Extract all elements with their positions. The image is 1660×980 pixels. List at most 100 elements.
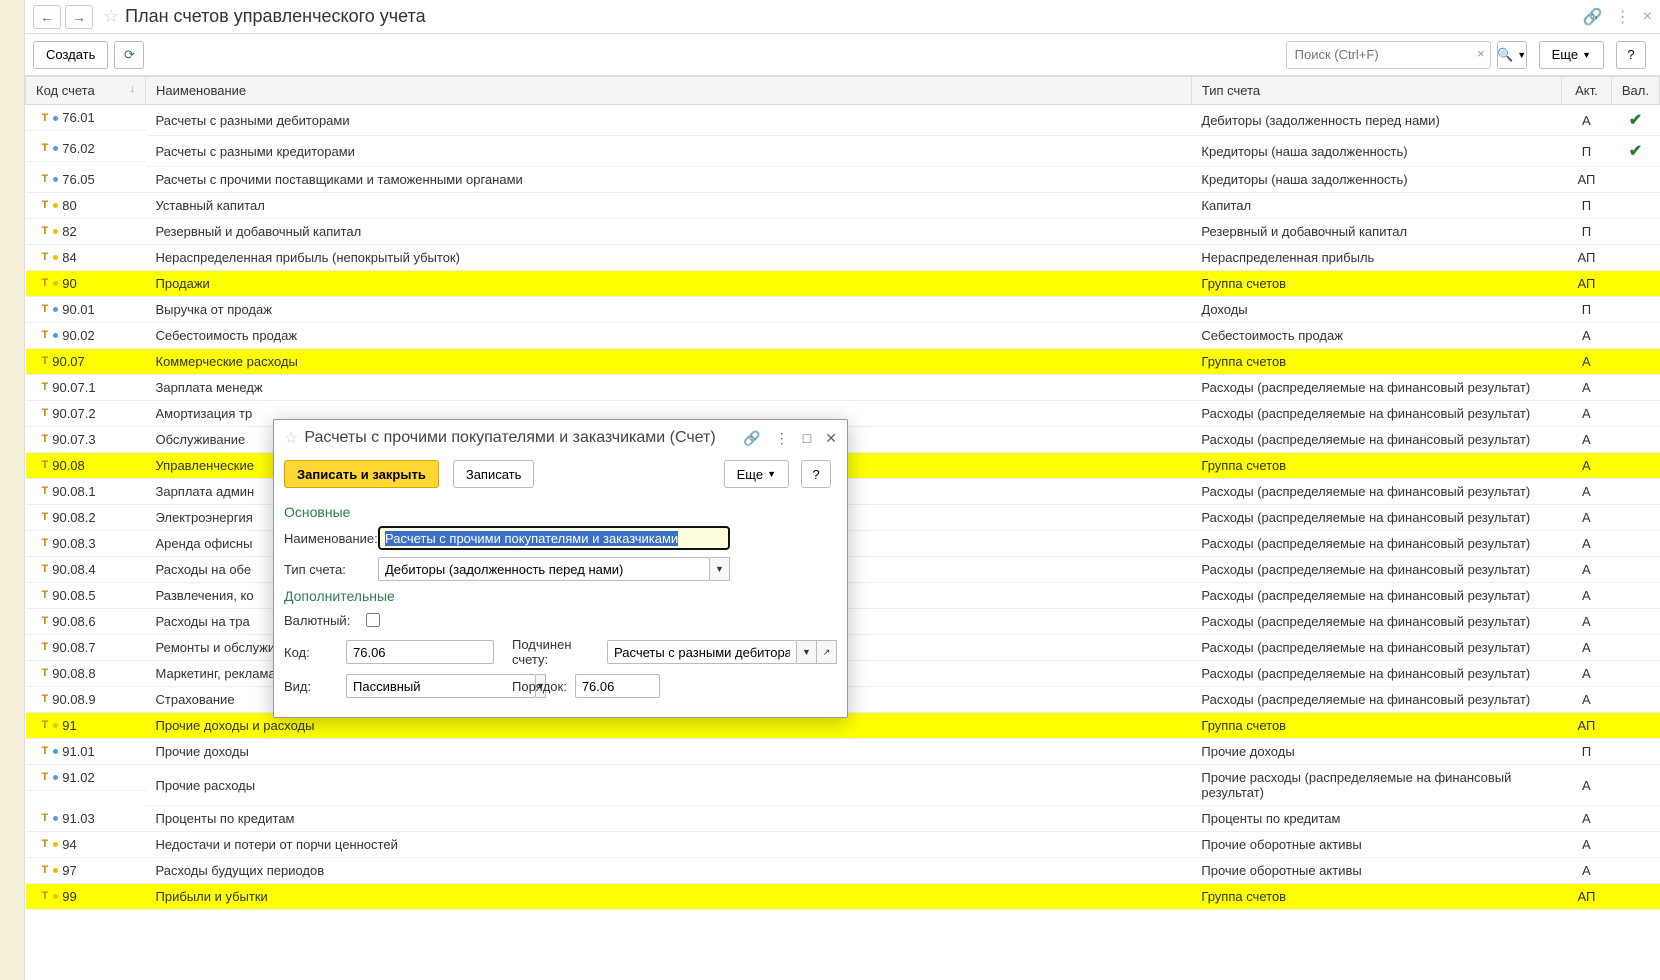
account-type-cell: Расходы (распределяемые на финансовый ре… bbox=[1191, 531, 1561, 557]
account-type-dropdown-button[interactable]: ▼ bbox=[710, 557, 730, 581]
account-type-cell: Расходы (распределяемые на финансовый ре… bbox=[1191, 479, 1561, 505]
account-name: Себестоимость продаж bbox=[146, 323, 1192, 349]
favorite-star-icon[interactable]: ☆ bbox=[103, 6, 119, 27]
order-field[interactable] bbox=[575, 674, 660, 698]
kebab-menu-icon[interactable]: ⋮ bbox=[1615, 7, 1631, 27]
account-type-cell: Дебиторы (задолженность перед нами) bbox=[1191, 105, 1561, 136]
account-currency-flag bbox=[1611, 297, 1659, 323]
column-header-val[interactable]: Вал. bbox=[1611, 77, 1659, 105]
account-type-select[interactable] bbox=[378, 557, 710, 581]
save-and-close-button[interactable]: Записать и закрыть bbox=[284, 460, 439, 488]
refresh-button[interactable]: ⟳ bbox=[114, 41, 144, 69]
parent-open-button[interactable]: ↗ bbox=[817, 640, 837, 664]
account-activity: АП bbox=[1561, 884, 1611, 910]
dialog-kebab-menu-icon[interactable]: ⋮ bbox=[775, 430, 789, 447]
table-row[interactable]: T91.03Проценты по кредитамПроценты по кр… bbox=[26, 806, 1660, 832]
status-dot-icon bbox=[53, 281, 58, 286]
account-code: 84 bbox=[62, 250, 76, 265]
account-currency-flag bbox=[1611, 583, 1659, 609]
status-dot-icon bbox=[53, 868, 58, 873]
dialog-maximize-icon[interactable]: □ bbox=[803, 430, 811, 447]
account-name: Расчеты с разными дебиторами bbox=[146, 105, 1192, 136]
check-icon: ✔ bbox=[1629, 143, 1642, 160]
close-window-icon[interactable]: × bbox=[1643, 8, 1652, 26]
table-row[interactable]: T84Нераспределенная прибыль (непокрытый … bbox=[26, 245, 1660, 271]
account-type-cell: Расходы (распределяемые на финансовый ре… bbox=[1191, 427, 1561, 453]
back-button[interactable]: ← bbox=[33, 5, 61, 29]
account-currency-flag bbox=[1611, 806, 1659, 832]
account-name: Проценты по кредитам bbox=[146, 806, 1192, 832]
more-button[interactable]: Еще▼ bbox=[1539, 41, 1604, 69]
account-activity: А bbox=[1561, 687, 1611, 713]
name-field[interactable] bbox=[378, 526, 730, 550]
table-row[interactable]: T90.07.1Зарплата менеджРасходы (распреде… bbox=[26, 375, 1660, 401]
status-dot-icon bbox=[53, 307, 58, 312]
parent-dropdown-button[interactable]: ▼ bbox=[797, 640, 817, 664]
main-toolbar: Создать ⟳ × 🔍▼ Еще▼ ? bbox=[25, 34, 1660, 76]
account-activity: А bbox=[1561, 427, 1611, 453]
column-header-akt[interactable]: Акт. bbox=[1561, 77, 1611, 105]
table-row[interactable]: T90.07Коммерческие расходыГруппа счетовА bbox=[26, 349, 1660, 375]
column-header-type[interactable]: Тип счета bbox=[1191, 77, 1561, 105]
table-row[interactable]: T80Уставный капиталКапиталП bbox=[26, 193, 1660, 219]
dialog-favorite-star-icon[interactable]: ☆ bbox=[284, 428, 298, 448]
account-name: Расчеты с прочими поставщиками и таможен… bbox=[146, 167, 1192, 193]
table-row[interactable]: T90ПродажиГруппа счетовАП bbox=[26, 271, 1660, 297]
table-row[interactable]: T76.05Расчеты с прочими поставщиками и т… bbox=[26, 167, 1660, 193]
status-dot-icon bbox=[53, 749, 58, 754]
create-button[interactable]: Создать bbox=[33, 41, 108, 69]
clear-search-icon[interactable]: × bbox=[1477, 46, 1485, 61]
table-row[interactable]: T82Резервный и добавочный капиталРезервн… bbox=[26, 219, 1660, 245]
account-type-icon: T bbox=[42, 142, 49, 154]
save-button[interactable]: Записать bbox=[453, 460, 535, 488]
account-activity: А bbox=[1561, 505, 1611, 531]
table-row[interactable]: T99Прибыли и убыткиГруппа счетовАП bbox=[26, 884, 1660, 910]
dialog-help-button[interactable]: ? bbox=[801, 460, 831, 488]
table-row[interactable]: T91.01Прочие доходыПрочие доходыП bbox=[26, 739, 1660, 765]
account-currency-flag bbox=[1611, 401, 1659, 427]
table-row[interactable]: T76.01Расчеты с разными дебиторамиДебито… bbox=[26, 105, 1660, 136]
search-input[interactable] bbox=[1286, 41, 1491, 69]
table-row[interactable]: T76.02Расчеты с разными кредиторамиКреди… bbox=[26, 136, 1660, 167]
page-title: План счетов управленческого учета bbox=[125, 6, 425, 27]
status-dot-icon bbox=[53, 775, 58, 780]
dialog-more-button[interactable]: Еще▼ bbox=[724, 460, 789, 488]
account-activity: А bbox=[1561, 531, 1611, 557]
account-type-cell: Группа счетов bbox=[1191, 713, 1561, 739]
table-row[interactable]: T94Недостачи и потери от порчи ценностей… bbox=[26, 832, 1660, 858]
dialog-close-icon[interactable]: ✕ bbox=[825, 430, 837, 447]
status-dot-icon bbox=[53, 203, 58, 208]
code-field[interactable] bbox=[346, 640, 494, 664]
kind-select[interactable] bbox=[346, 674, 536, 698]
parent-account-select[interactable] bbox=[607, 640, 797, 664]
account-code: 99 bbox=[62, 889, 76, 904]
section-main-label: Основные bbox=[284, 504, 837, 520]
help-button[interactable]: ? bbox=[1616, 41, 1646, 69]
left-navigation-rail[interactable] bbox=[0, 0, 25, 980]
table-row[interactable]: T90.01Выручка от продажДоходыП bbox=[26, 297, 1660, 323]
field-label-kind: Вид: bbox=[284, 679, 334, 694]
table-row[interactable]: T91.02Прочие расходыПрочие расходы (расп… bbox=[26, 765, 1660, 806]
status-dot-icon bbox=[53, 842, 58, 847]
account-code: 90.08.3 bbox=[52, 536, 95, 551]
account-activity: А bbox=[1561, 479, 1611, 505]
currency-checkbox[interactable] bbox=[366, 613, 380, 627]
account-code: 90.01 bbox=[62, 302, 95, 317]
account-type-icon: T bbox=[42, 615, 49, 627]
account-name: Расчеты с разными кредиторами bbox=[146, 136, 1192, 167]
forward-button[interactable]: → bbox=[65, 5, 93, 29]
column-header-code[interactable]: Код счета↓ bbox=[26, 77, 146, 105]
column-header-name[interactable]: Наименование bbox=[146, 77, 1192, 105]
table-row[interactable]: T97Расходы будущих периодовПрочие оборот… bbox=[26, 858, 1660, 884]
table-row[interactable]: T90.02Себестоимость продажСебестоимость … bbox=[26, 323, 1660, 349]
account-type-cell: Расходы (распределяемые на финансовый ре… bbox=[1191, 505, 1561, 531]
account-activity: А bbox=[1561, 858, 1611, 884]
account-code: 90.08.6 bbox=[52, 614, 95, 629]
account-type-cell: Расходы (распределяемые на финансовый ре… bbox=[1191, 375, 1561, 401]
account-code: 82 bbox=[62, 224, 76, 239]
search-button[interactable]: 🔍▼ bbox=[1497, 41, 1527, 69]
link-icon[interactable]: 🔗 bbox=[1583, 7, 1603, 27]
account-name: Выручка от продаж bbox=[146, 297, 1192, 323]
account-activity: АП bbox=[1561, 713, 1611, 739]
dialog-link-icon[interactable]: 🔗 bbox=[743, 430, 760, 447]
